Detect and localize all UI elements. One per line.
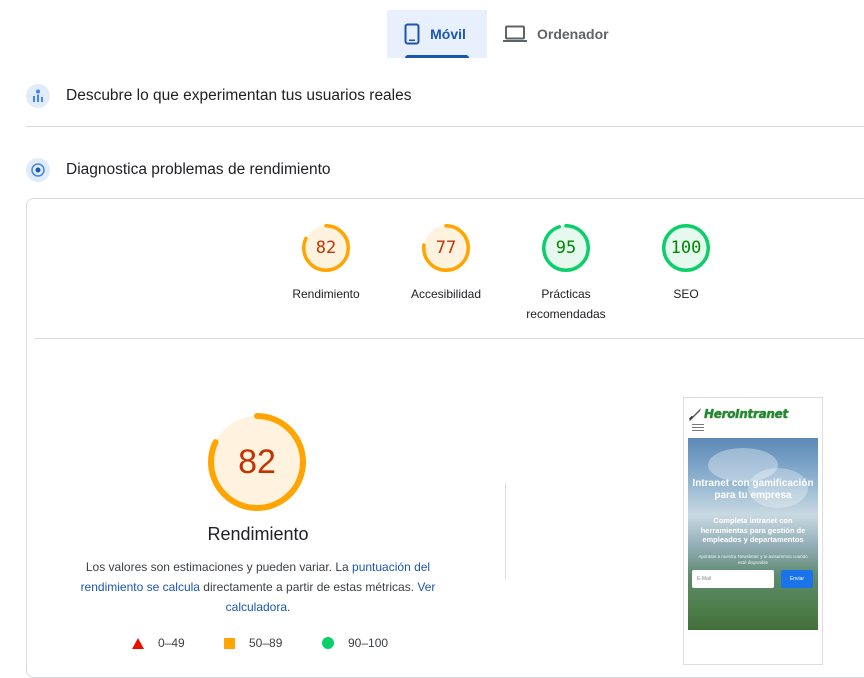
active-tab-indicator <box>405 55 469 58</box>
score-label: SEO <box>673 287 699 301</box>
legend-range: 90–100 <box>348 636 389 650</box>
legend-range: 0–49 <box>158 636 185 650</box>
score-gauge-performance[interactable]: 82 Rendimiento <box>276 224 376 304</box>
section-diagnose-label: Diagnostica problemas de rendimiento <box>66 161 331 178</box>
performance-big-gauge: 82 <box>208 413 306 511</box>
tab-desktop[interactable]: Ordenador <box>503 10 609 58</box>
site-headline: Intranet con gamificación para tu empres… <box>692 478 814 501</box>
score-value: 82 <box>315 238 337 258</box>
score-gauge-best-practices[interactable]: 95 Prácticas recomendadas <box>516 224 616 324</box>
score-ring: 95 <box>542 224 590 272</box>
sword-icon <box>689 408 701 421</box>
tab-desktop-label: Ordenador <box>537 26 609 42</box>
triangle-icon <box>132 637 144 649</box>
page-screenshot-thumbnail[interactable]: HeroIntranet Intranet con gamificación p… <box>683 397 823 665</box>
score-value: 77 <box>435 238 457 258</box>
legend-item-fail: 0–49 <box>132 636 185 650</box>
section-real-users-label: Descubre lo que experimentan tus usuario… <box>66 87 412 104</box>
score-gauge-accessibility[interactable]: 77 Accesibilidad <box>396 224 496 304</box>
hamburger-menu-icon <box>692 422 704 432</box>
legend-item-average: 50–89 <box>224 636 282 650</box>
score-label: Rendimiento <box>292 287 360 301</box>
score-ring: 100 <box>662 224 710 272</box>
performance-big-value: 82 <box>238 443 276 481</box>
site-subheadline: Completa intranet con herramientas para … <box>700 516 806 544</box>
laptop-icon <box>503 25 527 43</box>
desc-text-3: . <box>287 600 291 614</box>
site-logo-text: HeroIntranet <box>704 407 788 421</box>
card-divider <box>34 338 864 339</box>
score-label: Prácticas recomendadas <box>526 287 606 321</box>
users-chart-icon <box>26 84 50 108</box>
desc-text-2: directamente a partir de estas métricas. <box>199 580 418 594</box>
diagnostics-icon <box>26 158 50 182</box>
site-logo: HeroIntranet <box>688 404 818 424</box>
circle-icon <box>322 637 334 649</box>
section-real-users[interactable]: Descubre lo que experimentan tus usuario… <box>26 84 412 108</box>
score-ring: 82 <box>302 224 350 272</box>
site-hero: Intranet con gamificación para tu empres… <box>688 438 818 630</box>
score-value: 100 <box>670 238 702 258</box>
section-divider <box>26 126 864 127</box>
section-diagnose[interactable]: Diagnostica problemas de rendimiento <box>26 158 331 182</box>
legend-item-pass: 90–100 <box>322 636 388 650</box>
site-newsletter-text: Apúntate a nuestra Newsletter y te avisa… <box>698 554 808 565</box>
score-label: Accesibilidad <box>410 287 482 301</box>
vertical-divider <box>505 483 506 579</box>
legend-range: 50–89 <box>249 636 283 650</box>
tab-mobile-label: Móvil <box>430 26 466 42</box>
tab-mobile[interactable]: Móvil <box>387 10 487 58</box>
square-icon <box>224 637 235 649</box>
desc-text-1: Los valores son estimaciones y pueden va… <box>85 560 353 574</box>
smartphone-icon <box>404 23 420 45</box>
score-value: 95 <box>555 238 577 258</box>
score-ring: 77 <box>422 224 470 272</box>
performance-title: Rendimiento <box>207 524 309 544</box>
score-gauge-seo[interactable]: 100 SEO <box>636 224 736 304</box>
performance-description: Los valores son estimaciones y pueden va… <box>70 557 446 617</box>
site-email-field: E-Mail <box>692 570 774 588</box>
site-send-button: Enviar <box>781 570 813 588</box>
